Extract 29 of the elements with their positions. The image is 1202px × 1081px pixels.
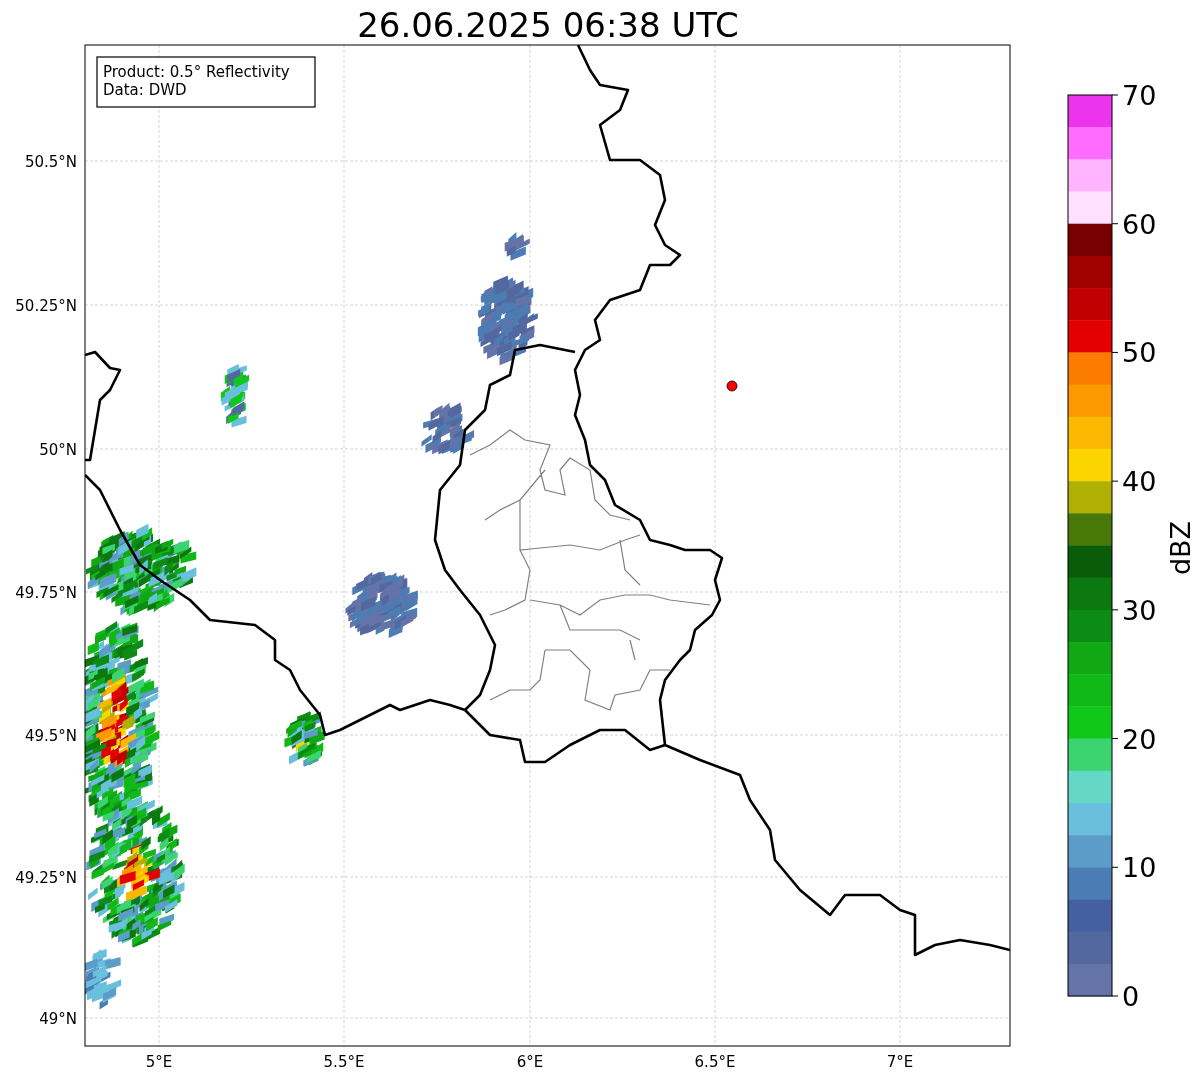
latitude-label: 49°N [39,1010,77,1028]
colorbar-tick-label: 40 [1122,466,1157,498]
colorbar-tick-label: 10 [1122,852,1157,884]
longitude-label: 6°E [516,1053,544,1071]
longitude-label: 6.5°E [694,1053,736,1071]
colorbar-tick-label: 30 [1122,594,1157,626]
plot-title: 26.06.2025 06:38 UTC [357,5,739,45]
longitude-label: 7°E [886,1053,914,1071]
radar-echo [504,232,530,261]
latitude-label: 50.25°N [15,297,77,315]
radar-echo [284,711,325,767]
info-text: Product: 0.5° Reflectivity [103,63,290,81]
location-marker [726,380,738,392]
colorbar-tick-label: 60 [1122,208,1157,240]
longitude-label: 5.5°E [323,1053,365,1071]
latitude-label: 49.25°N [15,869,77,887]
colorbar-tick-label: 0 [1122,981,1140,1012]
colorbar-label: dBZ [1165,520,1196,576]
info-text: Data: DWD [103,81,187,99]
radar-echo [220,364,249,428]
latitude-label: 50°N [39,441,77,459]
radar-echo [421,402,475,455]
colorbar-tick-label: 70 [1122,80,1157,111]
longitude-label: 5°E [145,1053,173,1071]
colorbar-tick-label: 50 [1122,337,1157,369]
colorbar-tick-label: 20 [1122,723,1157,755]
latitude-label: 49.75°N [15,584,77,602]
latitude-label: 49.5°N [24,727,77,745]
latitude-label: 50.5°N [24,153,77,171]
